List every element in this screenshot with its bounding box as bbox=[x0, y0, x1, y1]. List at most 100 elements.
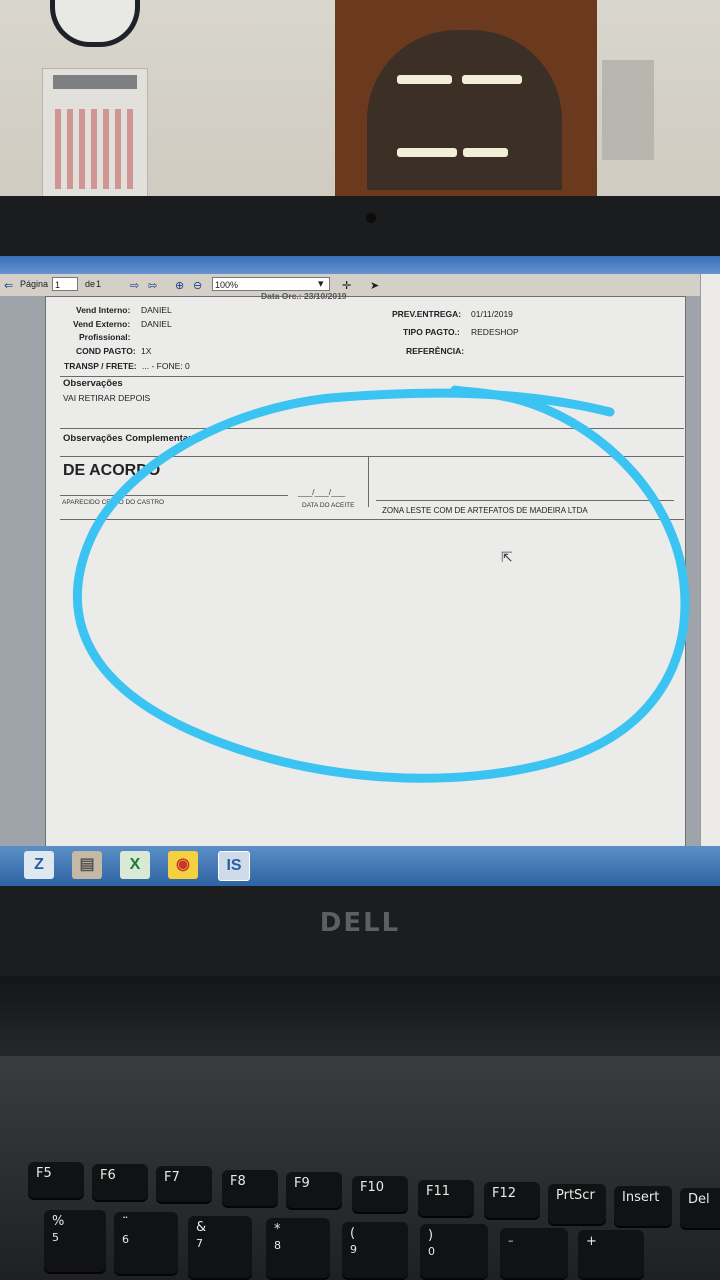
key-minus-bottom: – bbox=[508, 1234, 514, 1247]
webcam bbox=[366, 213, 376, 223]
key-7-top: & bbox=[196, 1220, 207, 1235]
taskbar-app-is[interactable]: IS bbox=[218, 851, 250, 881]
key-5-bottom: 5 bbox=[52, 1231, 59, 1244]
vend-interno-label: Vend Interno: bbox=[76, 305, 131, 315]
observacoes-label: Observações bbox=[63, 378, 123, 389]
laptop-hinge bbox=[0, 976, 720, 1056]
data-aceite-label: DATA DO ACEITE bbox=[302, 502, 355, 509]
key-6-top: ¨ bbox=[122, 1216, 129, 1231]
divider bbox=[60, 519, 684, 520]
next-page-icon[interactable]: ⇨ bbox=[130, 279, 139, 292]
key-f11[interactable]: F11 bbox=[418, 1180, 474, 1216]
key-f12[interactable]: F12 bbox=[484, 1182, 540, 1218]
pointer-icon[interactable]: ➤ bbox=[370, 279, 379, 292]
taskbar-app-2[interactable]: ▤ bbox=[72, 851, 102, 879]
wall-clock bbox=[50, 0, 140, 47]
report-page: Data Orc.: 23/10/2019 Vend Interno: DANI… bbox=[45, 291, 686, 848]
vertical-scrollbar[interactable] bbox=[700, 274, 720, 886]
key-9-top: ( bbox=[350, 1226, 356, 1241]
key-6-bottom: 6 bbox=[122, 1233, 129, 1246]
key-5[interactable]: % 5 bbox=[44, 1210, 106, 1272]
mouse-cursor-icon: ⇱ bbox=[501, 549, 513, 565]
vend-externo-label: Vend Externo: bbox=[73, 319, 131, 329]
key-minus[interactable]: – bbox=[500, 1228, 568, 1278]
key-9[interactable]: ( 9 bbox=[342, 1222, 408, 1278]
key-0-top: ) bbox=[428, 1228, 434, 1243]
report-viewer-toolbar: ⇐ Página 1 de 1 ⇨ ⇰ ⊕ ⊖ 100% ▾ ✛ ➤ bbox=[0, 274, 700, 297]
key-9-bottom: 9 bbox=[350, 1243, 357, 1256]
calendar-header bbox=[53, 75, 137, 89]
cond-pagto-value: 1X bbox=[141, 346, 152, 356]
vend-interno-value: DANIEL bbox=[141, 305, 172, 315]
page-label: Página bbox=[20, 279, 49, 289]
wall-calendar bbox=[42, 68, 148, 198]
key-6[interactable]: ¨ 6 bbox=[114, 1212, 178, 1274]
window-titlebar bbox=[0, 256, 720, 274]
wall-box bbox=[602, 60, 654, 160]
excel-icon[interactable]: X bbox=[120, 851, 150, 879]
chevron-down-icon[interactable]: ▾ bbox=[318, 277, 324, 290]
laptop-screen: ⇐ Página 1 de 1 ⇨ ⇰ ⊕ ⊖ 100% ▾ ✛ ➤ Data … bbox=[0, 256, 720, 886]
key-7[interactable]: & 7 bbox=[188, 1216, 252, 1278]
date-blank: ___/___/___ bbox=[298, 487, 346, 497]
key-8[interactable]: * 8 bbox=[266, 1218, 330, 1278]
partial-header-text: Data Orc.: 23/10/2019 bbox=[261, 291, 347, 301]
ceiling-light-reflection bbox=[462, 75, 522, 84]
page-number-input[interactable]: 1 bbox=[52, 277, 78, 291]
key-plus-top: + bbox=[586, 1234, 597, 1249]
key-plus[interactable]: + bbox=[578, 1230, 644, 1278]
tipo-pagto-label: TIPO PAGTO.: bbox=[403, 327, 460, 337]
key-8-bottom: 8 bbox=[274, 1239, 281, 1252]
prev-entrega-label: PREV.ENTREGA: bbox=[392, 309, 462, 319]
key-delete[interactable]: Del bbox=[680, 1188, 720, 1228]
back-arrow-icon[interactable]: ⇐ bbox=[4, 279, 13, 292]
vertical-divider bbox=[368, 457, 369, 507]
prev-entrega-value: 01/11/2019 bbox=[471, 309, 513, 319]
key-7-bottom: 7 bbox=[196, 1237, 203, 1250]
obs-complementares-label: Observações Complementares bbox=[63, 433, 203, 444]
zoom-out-icon[interactable]: ⊖ bbox=[193, 279, 202, 292]
key-8-top: * bbox=[274, 1222, 281, 1237]
signature-line bbox=[60, 495, 288, 496]
chrome-icon[interactable]: ◉ bbox=[168, 851, 198, 879]
calendar-grid bbox=[55, 109, 137, 189]
divider bbox=[60, 428, 684, 429]
of-label: de bbox=[85, 279, 96, 289]
transp-value: ... - FONE: 0 bbox=[142, 361, 190, 371]
transp-label: TRANSP / FRETE: bbox=[64, 361, 137, 371]
key-f5[interactable]: F5 bbox=[28, 1162, 84, 1198]
key-prtscr[interactable]: PrtScr bbox=[548, 1184, 606, 1224]
room-background bbox=[0, 0, 720, 200]
laptop-top-bezel bbox=[0, 196, 720, 256]
page-total: 1 bbox=[96, 279, 102, 289]
ceiling-light-reflection bbox=[463, 148, 508, 157]
taskbar-app-1[interactable]: Z bbox=[24, 851, 54, 879]
referencia-label: REFERÊNCIA: bbox=[406, 346, 465, 356]
divider bbox=[60, 456, 684, 457]
dell-logo: DELL bbox=[319, 908, 401, 938]
key-insert[interactable]: Insert bbox=[614, 1186, 672, 1226]
key-f7[interactable]: F7 bbox=[156, 1166, 212, 1202]
zoom-select[interactable]: 100% bbox=[212, 277, 330, 291]
tipo-pagto-value: REDESHOP bbox=[471, 327, 519, 337]
key-f9[interactable]: F9 bbox=[286, 1172, 342, 1208]
last-page-icon[interactable]: ⇰ bbox=[148, 279, 157, 292]
document-area: Data Orc.: 23/10/2019 Vend Interno: DANI… bbox=[0, 291, 700, 856]
signer-name: APARECIDO CELSO DO CASTRO bbox=[62, 499, 165, 506]
profissional-label: Profissional: bbox=[79, 332, 131, 342]
ceiling-light-reflection bbox=[397, 75, 452, 84]
door-glass-panel bbox=[367, 30, 562, 190]
windows-taskbar: Z ▤ X ◉ IS bbox=[0, 846, 720, 886]
zoom-in-icon[interactable]: ⊕ bbox=[175, 279, 184, 292]
key-0[interactable]: ) 0 bbox=[420, 1224, 488, 1278]
key-f6[interactable]: F6 bbox=[92, 1164, 148, 1200]
company-name: ZONA LESTE COM DE ARTEFATOS DE MADEIRA L… bbox=[382, 506, 588, 515]
key-f10[interactable]: F10 bbox=[352, 1176, 408, 1212]
ceiling-light-reflection bbox=[397, 148, 457, 157]
key-5-top: % bbox=[52, 1214, 65, 1229]
key-f8[interactable]: F8 bbox=[222, 1170, 278, 1206]
key-0-bottom: 0 bbox=[428, 1245, 435, 1258]
wooden-door bbox=[335, 0, 597, 196]
cond-pagto-label: COND PAGTO: bbox=[76, 346, 136, 356]
observacoes-value: VAI RETIRAR DEPOIS bbox=[63, 393, 151, 403]
